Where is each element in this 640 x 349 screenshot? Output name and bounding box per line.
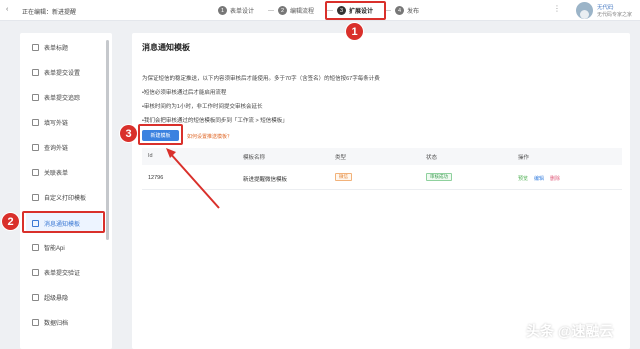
annotation-badge: 1 (346, 23, 363, 40)
annotation-badge: 3 (120, 125, 137, 142)
watermark: 头条 @速融云 (526, 323, 614, 339)
arrow-line (168, 151, 220, 209)
annotation-badge: 2 (2, 213, 19, 230)
annotation-arrow-icon (166, 148, 220, 209)
arrow-head (166, 148, 176, 158)
